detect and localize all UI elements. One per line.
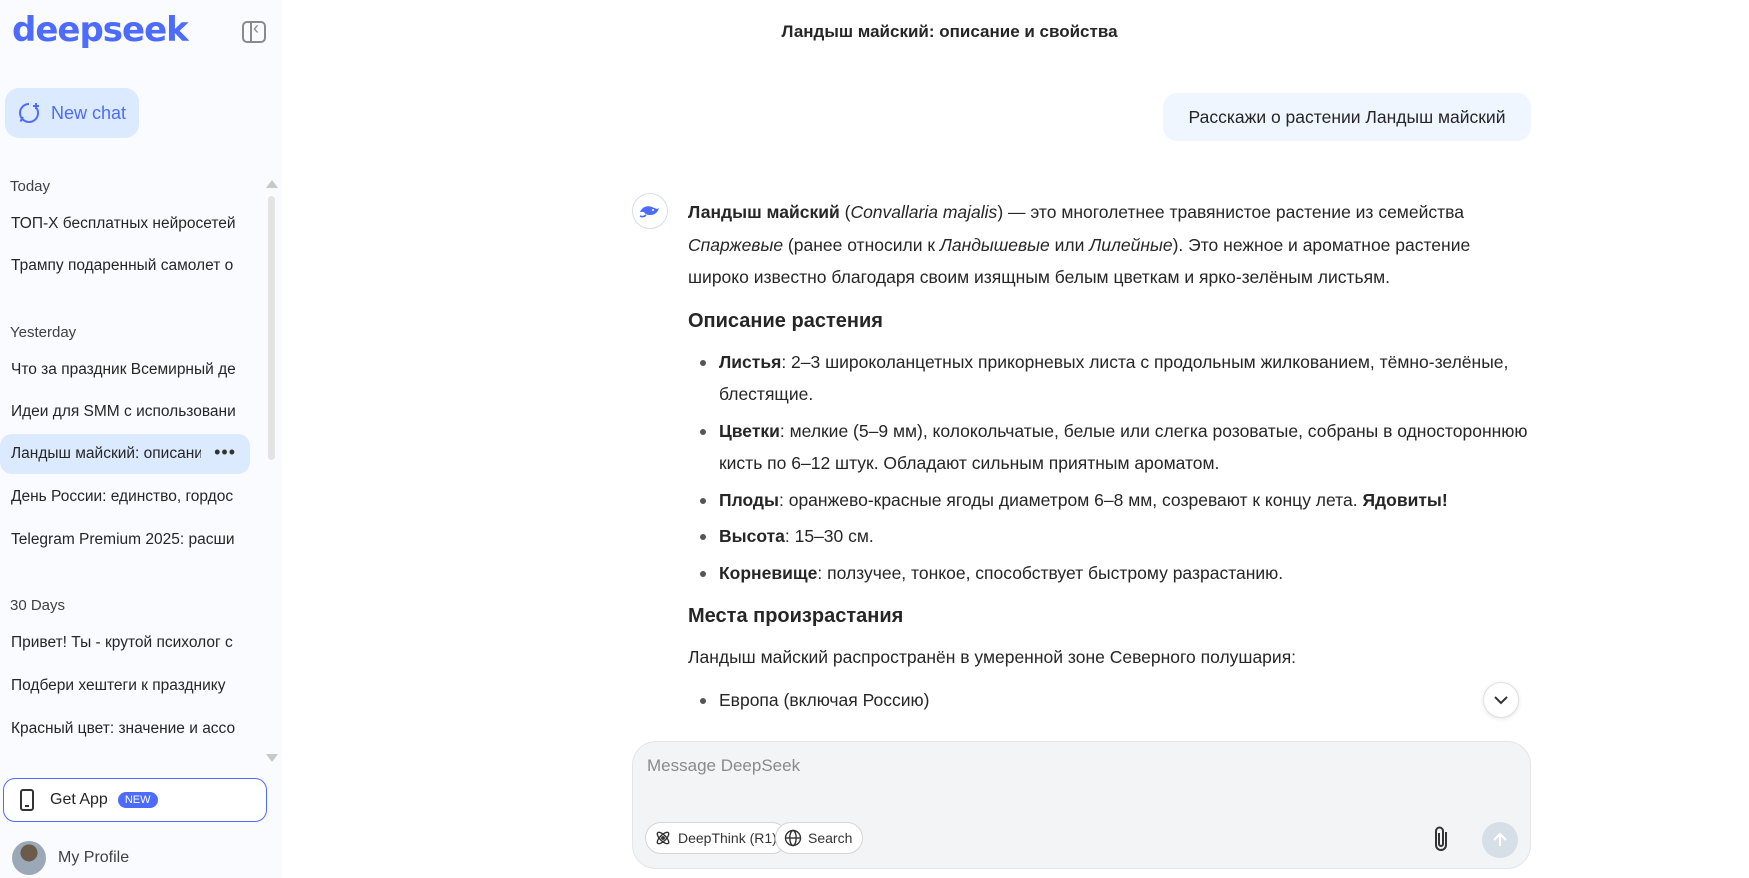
my-profile-button[interactable]: My Profile (12, 841, 129, 875)
chat-item[interactable]: Трампу подаренный самолет о (0, 246, 250, 286)
list-item: Корневище: ползучее, тонкое, способствуе… (688, 557, 1528, 590)
chat-item[interactable]: Telegram Premium 2025: расши (0, 520, 250, 560)
user-message-bubble: Расскажи о растении Ландыш майский (1163, 93, 1531, 141)
intro-text: или (1049, 234, 1090, 255)
habitat-list: Европа (включая Россию) (688, 684, 1528, 717)
chat-item[interactable]: ТОП-Х бесплатных нейросетей (0, 204, 250, 244)
message-input[interactable] (647, 756, 1507, 796)
assistant-answer: Ландыш майский (Convallaria majalis) — э… (688, 196, 1528, 720)
app-window: deepseek New chat Today ТОП-Х бесплатных… (0, 0, 1749, 878)
chevron-down-icon (1494, 696, 1508, 705)
new-chat-button[interactable]: New chat (5, 88, 139, 138)
list-text: : мелкие (5–9 мм), колокольчатые, белые … (719, 420, 1528, 474)
intro-bold: Ландыш майский (688, 202, 840, 222)
list-term: Листья (719, 351, 782, 372)
scroll-to-bottom-button[interactable] (1483, 682, 1519, 718)
avatar (12, 841, 46, 875)
user-message-text: Расскажи о растении Ландыш майский (1188, 106, 1506, 127)
list-term: Цветки (719, 420, 780, 441)
atom-icon (656, 831, 670, 845)
phone-icon (20, 789, 34, 811)
arrow-up-icon (1493, 832, 1507, 846)
chat-item[interactable]: День России: единство, гордос (0, 477, 250, 517)
heading-habitat: Места произрастания (688, 605, 904, 627)
chat-item-label: Красный цвет: значение и ассо (11, 720, 235, 737)
intro-italic: Ландышевые (939, 234, 1050, 255)
chat-item-label: Telegram Premium 2025: расши (11, 531, 235, 548)
list-term: Корневище (719, 562, 818, 583)
list-item: Плоды: оранжево-красные ягоды диаметром … (688, 484, 1528, 517)
intro-italic: Convallaria majalis (850, 202, 998, 222)
chat-item-label: Трампу подаренный самолет о (11, 257, 234, 274)
get-app-label: Get App (50, 791, 108, 808)
more-options-icon[interactable]: ••• (214, 442, 236, 463)
send-button[interactable] (1482, 822, 1518, 858)
deepthink-label: DeepThink (R1) (678, 830, 777, 846)
chat-main: Ландыш майский: описание и свойства Расс… (282, 0, 1749, 878)
new-chat-icon (17, 101, 41, 125)
chat-item-active[interactable]: Ландыш майский: описание ••• (0, 434, 250, 474)
list-item: Высота: 15–30 см. (688, 520, 1528, 553)
answer-intro: Ландыш майский (Convallaria majalis) — э… (688, 196, 1528, 294)
scroll-up-arrow-icon[interactable] (266, 180, 278, 188)
list-text: : оранжево-красные ягоды диаметром 6–8 м… (778, 489, 1363, 510)
chat-item-label: Ландыш майский: описание (11, 445, 201, 462)
chat-item[interactable]: Привет! Ты - крутой психолог с (0, 623, 250, 663)
intro-text: ) — это многолетнее травянистое растение… (997, 202, 1464, 222)
attach-file-button[interactable] (1428, 824, 1456, 854)
deepseek-whale-icon (632, 193, 668, 229)
message-composer: DeepThink (R1) Search (632, 741, 1531, 869)
chat-item-label: Привет! Ты - крутой психолог с (11, 634, 233, 651)
list-item: Европа (включая Россию) (688, 684, 1528, 717)
new-chat-label: New chat (51, 102, 127, 123)
section-label-today: Today (10, 178, 51, 195)
sidebar: deepseek New chat Today ТОП-Х бесплатных… (0, 0, 282, 878)
list-item: Цветки: мелкие (5–9 мм), колокольчатые, … (688, 415, 1528, 480)
globe-icon (784, 829, 802, 847)
intro-text: (ранее относили к (783, 234, 940, 255)
new-badge: NEW (117, 792, 158, 808)
chat-item[interactable]: Красный цвет: значение и ассо (0, 709, 250, 749)
paperclip-icon (1435, 826, 1447, 851)
scroll-down-arrow-icon[interactable] (266, 754, 278, 762)
chat-item-label: Что за праздник Всемирный де (11, 361, 235, 378)
list-text: : 15–30 см. (784, 526, 874, 546)
search-label: Search (808, 830, 853, 846)
chat-item-label: День России: единство, гордос (11, 488, 234, 505)
section-label-30-days: 30 Days (10, 597, 66, 614)
sidebar-scrollbar-thumb[interactable] (268, 196, 275, 460)
list-term: Плоды (719, 489, 779, 510)
intro-italic: Спаржевые (688, 234, 784, 255)
section-label-yesterday: Yesterday (10, 324, 77, 341)
chat-item[interactable]: Что за праздник Всемирный де (0, 350, 250, 390)
intro-italic: Лилейные (1089, 234, 1173, 255)
chat-title: Ландыш майский: описание и свойства (781, 22, 1118, 41)
chat-item-label: ТОП-Х бесплатных нейросетей (11, 215, 235, 232)
list-text: : ползучее, тонкое, способствует быстром… (817, 562, 1284, 583)
habitat-text: Ландыш майский распространён в умеренной… (688, 647, 1297, 667)
list-item: Листья: 2–3 широколанцетных прикорневых … (688, 346, 1528, 411)
search-button[interactable]: Search (775, 822, 864, 854)
description-list: Листья: 2–3 широколанцетных прикорневых … (688, 346, 1528, 590)
chat-item[interactable]: Подбери хештеги к празднику (0, 666, 250, 706)
deepseek-logo: deepseek (12, 10, 189, 50)
chat-item-label: Подбери хештеги к празднику (11, 677, 226, 694)
get-app-button[interactable]: Get App NEW (3, 778, 267, 822)
deepthink-button[interactable]: DeepThink (R1) (645, 822, 788, 854)
chat-item-label: Идеи для SMM с использовани (11, 403, 235, 420)
collapse-sidebar-button[interactable] (242, 18, 266, 43)
list-strong: Ядовиты! (1362, 489, 1448, 510)
intro-text: ( (839, 202, 851, 222)
list-term: Высота (719, 526, 785, 546)
heading-description: Описание растения (688, 309, 883, 332)
my-profile-label: My Profile (58, 849, 130, 866)
chat-item[interactable]: Идеи для SMM с использовани (0, 392, 250, 432)
list-text: : 2–3 широколанцетных прикорневых листа … (719, 351, 1509, 405)
